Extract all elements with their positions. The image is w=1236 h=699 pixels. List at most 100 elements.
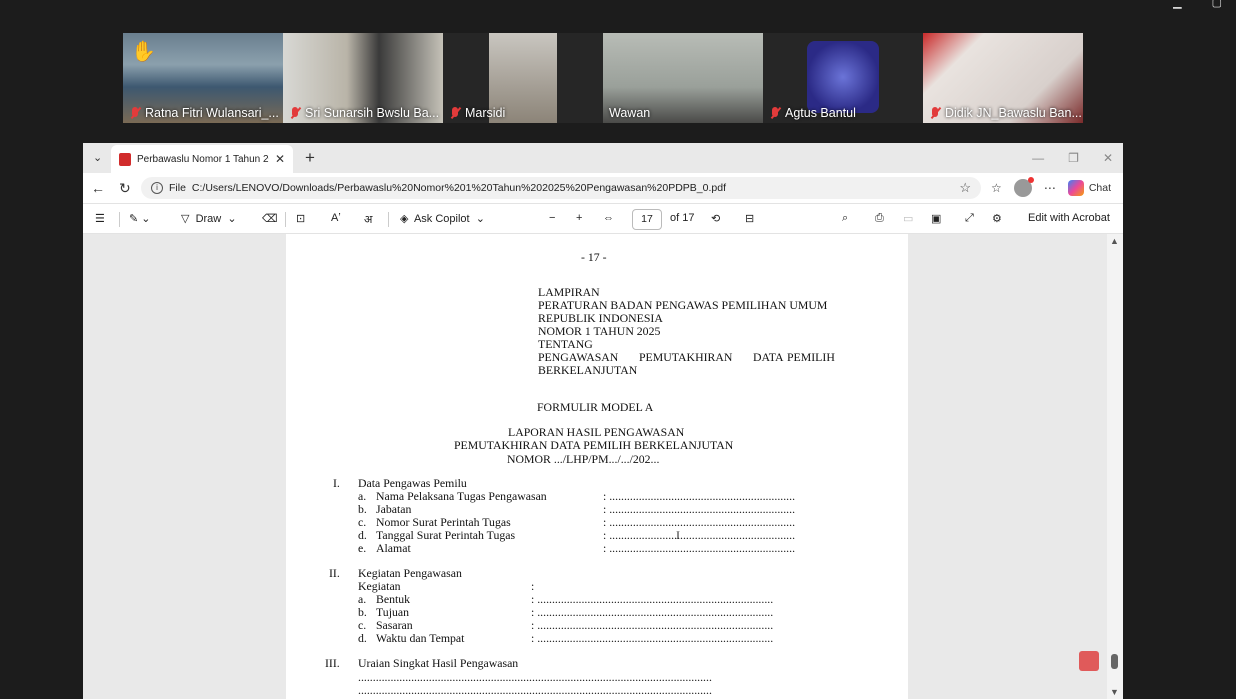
pdf-icon [119, 152, 131, 166]
section-number: I. [333, 476, 340, 490]
item-letter: d. [358, 631, 367, 645]
copilot-chat-button[interactable]: Chat [1067, 180, 1111, 196]
url-scheme: File [169, 182, 186, 194]
participant-tile[interactable]: ✋ Ratna Fitri Wulansari_... [123, 33, 283, 123]
tab-title: Perbawaslu Nomor 1 Tahun 2025 P [137, 153, 269, 165]
pdf-toolbar: ☰ ✎ ⌄ ▽ Draw ⌄ ⌫ ⊡ Aʼ अ ◈ Ask Copilot ⌄ … [83, 203, 1123, 234]
edit-with-acrobat-button[interactable]: Edit with Acrobat [1028, 212, 1110, 224]
section-number: II. [329, 566, 340, 580]
close-tab-icon[interactable]: ✕ [275, 152, 285, 166]
section-title: Uraian Singkat Hasil Pengawasan [358, 656, 519, 670]
screen: ▁ ▢ ✋ Ratna Fitri Wulansari_... Sri Suna… [0, 0, 1236, 699]
participant-tile-active[interactable]: Wawan [603, 33, 763, 123]
participant-tile[interactable]: Didik JN_Bawaslu Ban... [923, 33, 1083, 123]
mic-muted-icon [129, 106, 141, 120]
header-word: PEMILIH [787, 350, 835, 364]
info-icon[interactable]: i [151, 182, 163, 194]
favorites-icon[interactable]: ☆ [991, 181, 1002, 195]
item-letter: e. [358, 541, 367, 555]
minimize-view-icon[interactable]: ▁ [1173, 0, 1181, 9]
item-label: Alamat [376, 541, 411, 555]
divider [388, 212, 389, 227]
favorite-star-icon[interactable]: ☆ [959, 180, 971, 196]
scroll-down-arrow-icon[interactable]: ▼ [1110, 687, 1119, 697]
mic-muted-icon [769, 106, 781, 120]
zoom-in-button[interactable]: + [576, 212, 582, 224]
scroll-up-arrow-icon[interactable]: ▲ [1110, 236, 1119, 246]
contents-icon[interactable]: ☰ [95, 212, 105, 225]
mic-muted-icon [929, 106, 941, 120]
section-number: III. [325, 656, 340, 670]
close-window-button[interactable]: ✕ [1103, 151, 1113, 165]
meeting-top-controls: ▁ ▢ [1173, 0, 1222, 9]
ask-copilot-button[interactable]: ◈ Ask Copilot ⌄ [400, 212, 485, 225]
popout-icon[interactable]: ▢ [1212, 0, 1222, 9]
ask-copilot-label: Ask Copilot [413, 213, 470, 225]
participant-tile[interactable]: Agtus Bantul [763, 33, 923, 123]
address-bar-row: ← ↻ i File C:/Users/LENOVO/Downloads/Per… [83, 173, 1123, 203]
maximize-button[interactable]: ❐ [1068, 151, 1079, 165]
page-total: of 17 [670, 212, 695, 224]
search-icon[interactable]: ⌕ [842, 212, 848, 225]
fill-line: : ......................................… [531, 631, 774, 645]
vertical-scrollbar[interactable]: ▲ ▼ [1107, 234, 1123, 699]
tab-list-chevron-icon[interactable]: ⌄ [93, 151, 102, 164]
browser-window: ⌄ Perbawaslu Nomor 1 Tahun 2025 P ✕ + — … [83, 143, 1123, 699]
translate-icon[interactable]: अ [364, 212, 372, 227]
scrollbar-thumb[interactable] [1111, 654, 1118, 669]
acrobat-icon[interactable] [1079, 651, 1099, 671]
item-label: Waktu dan Tempat [376, 631, 465, 645]
fit-page-icon[interactable]: ⇔ [603, 212, 614, 224]
text-box-icon[interactable]: ⊡ [296, 212, 305, 225]
browser-actions: ☆ ⋯ Chat [991, 177, 1111, 197]
header-word: DATA [753, 350, 784, 364]
text-cursor-icon: I [676, 528, 680, 542]
copilot-icon [1067, 180, 1084, 196]
fill-line: ........................................… [358, 683, 712, 697]
page-number-input[interactable]: 17 [632, 209, 662, 230]
profile-avatar[interactable] [1013, 177, 1034, 197]
pdf-viewer[interactable]: - 17 - LAMPIRAN PERATURAN BADAN PENGAWAS… [83, 234, 1123, 699]
fill-line: : ......................................… [603, 541, 796, 555]
save-icon[interactable]: ▭ [903, 212, 913, 225]
more-menu-icon[interactable]: ⋯ [1044, 181, 1056, 195]
rotate-icon[interactable]: ⟲ [711, 212, 720, 225]
tab-bar: ⌄ Perbawaslu Nomor 1 Tahun 2025 P ✕ + — … [83, 143, 1123, 173]
window-controls: — ❐ ✕ [1032, 151, 1113, 165]
divider [285, 212, 286, 227]
mic-muted-icon [289, 106, 301, 120]
chat-label: Chat [1088, 182, 1111, 194]
participant-tile[interactable]: Sri Sunarsih Bwslu Ba... [283, 33, 443, 123]
participant-name: Wawan [609, 106, 651, 120]
highlight-icon[interactable]: ✎ ⌄ [129, 212, 151, 225]
report-title-line: PEMUTAKHIRAN DATA PEMILIH BERKELANJUTAN [454, 438, 734, 452]
participant-name: Marsidi [465, 106, 506, 120]
save-as-icon[interactable]: ▣ [931, 212, 941, 225]
browser-tab[interactable]: Perbawaslu Nomor 1 Tahun 2025 P ✕ [111, 145, 293, 173]
page-view-icon[interactable]: ⊟ [745, 212, 754, 225]
participant-name: Agtus Bantul [785, 106, 856, 120]
raised-hand-icon: ✋ [131, 41, 156, 63]
mic-muted-icon [449, 106, 461, 120]
settings-gear-icon[interactable]: ⚙ [992, 212, 1002, 225]
participant-name: Ratna Fitri Wulansari_... [145, 106, 279, 120]
divider [119, 212, 120, 227]
draw-button[interactable]: ▽ Draw ⌄ [181, 212, 237, 225]
read-aloud-icon[interactable]: Aʼ [331, 212, 341, 224]
back-button[interactable]: ← [91, 180, 105, 196]
eraser-icon[interactable]: ⌫ [262, 212, 278, 225]
print-icon[interactable]: ⎙ [875, 212, 884, 225]
new-tab-button[interactable]: + [305, 148, 315, 168]
minimize-button[interactable]: — [1032, 151, 1044, 165]
refresh-button[interactable]: ↻ [119, 180, 131, 197]
expand-icon[interactable]: ⤢ [965, 212, 974, 225]
address-bar[interactable]: i File C:/Users/LENOVO/Downloads/Perbawa… [141, 177, 981, 199]
participant-strip: ✋ Ratna Fitri Wulansari_... Sri Sunarsih… [123, 33, 1083, 123]
participant-tile[interactable]: Marsidi [443, 33, 603, 123]
form-title: FORMULIR MODEL A [537, 400, 654, 414]
participant-name: Didik JN_Bawaslu Ban... [945, 106, 1082, 120]
page-number: - 17 - [581, 250, 607, 264]
header-line: BERKELANJUTAN [538, 363, 638, 377]
zoom-out-button[interactable]: − [549, 212, 555, 224]
report-title-line: NOMOR .../LHP/PM.../.../202... [507, 452, 660, 466]
